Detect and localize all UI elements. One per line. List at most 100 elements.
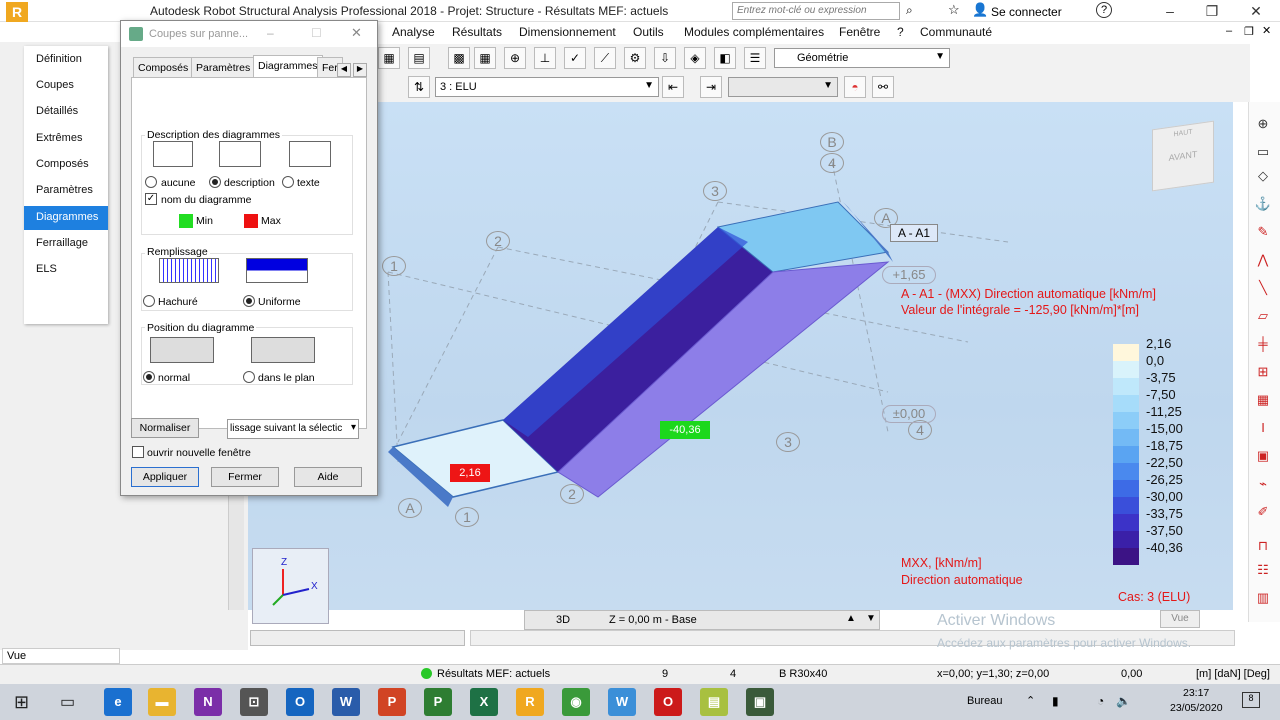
network-icon[interactable]: ◔ bbox=[1097, 694, 1104, 708]
notes-app-icon[interactable]: ▤ bbox=[700, 688, 728, 716]
view-combo[interactable]: Géométrie ▼ bbox=[774, 48, 950, 68]
case-combo[interactable]: 3 : ELU ▼ bbox=[435, 77, 659, 97]
foot-tool-icon[interactable]: ⊓ bbox=[1252, 538, 1274, 558]
taskbar-location[interactable]: Bureau bbox=[967, 695, 1002, 707]
windows-start-icon[interactable]: ⊞ bbox=[14, 692, 29, 713]
notification-icon[interactable]: 8 bbox=[1242, 692, 1260, 708]
link-icon[interactable]: ⚯ bbox=[872, 76, 894, 98]
tab-diagrammes[interactable]: Diagrammes bbox=[253, 55, 323, 77]
menu-help[interactable]: ? bbox=[897, 25, 904, 39]
mdi-minimize-icon[interactable]: – bbox=[1226, 25, 1232, 37]
hat-icon[interactable]: ◓ bbox=[844, 76, 866, 98]
binoculars-icon[interactable]: ⌕ bbox=[906, 3, 913, 18]
side-menu-detailles[interactable]: Détaillés bbox=[24, 100, 108, 124]
view-level[interactable]: Z = 0,00 m - Base bbox=[609, 614, 697, 626]
radio-normal[interactable] bbox=[143, 371, 155, 383]
mdi-restore-icon[interactable]: ❐ bbox=[1244, 25, 1254, 38]
case-next-icon[interactable]: ⇥ bbox=[700, 76, 722, 98]
menu-resultats[interactable]: Résultats bbox=[452, 25, 502, 39]
robot-app-icon[interactable]: R bbox=[516, 688, 544, 716]
radio-texte[interactable] bbox=[282, 176, 294, 188]
new-window-checkbox[interactable] bbox=[132, 446, 144, 458]
chrome-app-icon[interactable]: ◉ bbox=[562, 688, 590, 716]
radio-hachure[interactable] bbox=[143, 295, 155, 307]
filter-icon[interactable]: ⇅ bbox=[408, 76, 430, 98]
tab-scroll-right-icon[interactable]: ▶ bbox=[353, 63, 367, 77]
load-tool-icon[interactable]: ⋀ bbox=[1252, 252, 1274, 272]
help-button[interactable]: ? bbox=[1096, 2, 1112, 18]
menu-dimensionnement[interactable]: Dimensionnement bbox=[519, 25, 616, 39]
side-menu-els[interactable]: ELS bbox=[24, 258, 108, 282]
max-color-swatch[interactable] bbox=[244, 214, 258, 228]
writer-app-icon[interactable]: W bbox=[608, 688, 636, 716]
normalize-button[interactable]: Normaliser bbox=[131, 418, 199, 438]
mesh-icon[interactable]: ▦ bbox=[474, 47, 496, 69]
radio-aucune[interactable] bbox=[145, 176, 157, 188]
support-icon[interactable]: ⊥ bbox=[534, 47, 556, 69]
column-tool-icon[interactable]: ⊞ bbox=[1252, 364, 1274, 384]
beam-tool-icon[interactable]: ╪ bbox=[1252, 336, 1274, 356]
star-icon[interactable]: ☆ bbox=[948, 2, 960, 18]
section-icon[interactable]: ◈ bbox=[684, 47, 706, 69]
radio-uniforme[interactable] bbox=[243, 295, 255, 307]
layout-list-icon[interactable]: ☰ bbox=[744, 47, 766, 69]
radio-dans-le-plan[interactable] bbox=[243, 371, 255, 383]
taskbar-time[interactable]: 23:17 bbox=[1183, 687, 1209, 699]
tab-scroll-left-icon[interactable]: ◀ bbox=[337, 63, 351, 77]
user-icon[interactable]: 👤 bbox=[972, 2, 988, 18]
minimize-icon[interactable]: – bbox=[1150, 0, 1190, 22]
help-dialog-button[interactable]: Aide bbox=[294, 467, 362, 487]
node-tool-icon[interactable]: ⊕ bbox=[1252, 116, 1274, 136]
slab-tool-icon[interactable]: ▦ bbox=[1252, 392, 1274, 412]
case-prev-icon[interactable]: ⇤ bbox=[662, 76, 684, 98]
menu-outils[interactable]: Outils bbox=[633, 25, 664, 39]
word-app-icon[interactable]: W bbox=[332, 688, 360, 716]
grid-icon[interactable]: ▩ bbox=[448, 47, 470, 69]
view-mode[interactable]: 3D bbox=[556, 614, 570, 626]
menu-fenetre[interactable]: Fenêtre bbox=[839, 25, 880, 39]
side-menu-diagrammes[interactable]: Diagrammes bbox=[24, 206, 108, 230]
task-view-icon[interactable]: ▭ bbox=[60, 692, 75, 712]
menu-communaute[interactable]: Communauté bbox=[920, 25, 992, 39]
side-menu-parametres[interactable]: Paramètres bbox=[24, 179, 108, 203]
search-input[interactable]: Entrez mot-clé ou expression bbox=[732, 2, 900, 20]
taskbar-date[interactable]: 23/05/2020 bbox=[1170, 702, 1223, 714]
restore-icon[interactable]: ❐ bbox=[1192, 0, 1232, 22]
wall-tool-icon[interactable]: Ι bbox=[1252, 420, 1274, 440]
cable-tool-icon[interactable]: ⌁ bbox=[1252, 476, 1274, 496]
section-tool-icon[interactable]: ▱ bbox=[1252, 308, 1274, 328]
menu-analyse[interactable]: Analyse bbox=[392, 25, 435, 39]
tray-chevron-icon[interactable]: ⌃ bbox=[1026, 694, 1035, 707]
panel-tool-icon[interactable]: ◇ bbox=[1252, 168, 1274, 188]
mdi-close-icon[interactable]: ✕ bbox=[1262, 24, 1271, 37]
bar-tool-icon[interactable]: ▭ bbox=[1252, 144, 1274, 164]
node-icon[interactable]: ✓ bbox=[564, 47, 586, 69]
tab-composes[interactable]: Composés bbox=[133, 57, 194, 77]
excel-app-icon[interactable]: X bbox=[470, 688, 498, 716]
dialog-maximize-icon[interactable]: ☐ bbox=[311, 26, 322, 40]
tab-parametres[interactable]: Paramètres bbox=[191, 57, 256, 77]
side-menu-extremes[interactable]: Extrêmes bbox=[24, 127, 108, 151]
side-menu-definition[interactable]: Définition bbox=[24, 48, 108, 72]
explorer-app-icon[interactable]: ▬ bbox=[148, 688, 176, 716]
dialog-minimize-icon[interactable]: – bbox=[267, 26, 274, 40]
load-icon[interactable]: ⇩ bbox=[654, 47, 676, 69]
smoothing-select[interactable]: lissage suivant la sélectic ▾ bbox=[227, 419, 359, 439]
mesh-tool-icon[interactable]: ▣ bbox=[1252, 448, 1274, 468]
support-tool-icon[interactable]: ⚓ bbox=[1252, 196, 1274, 216]
opera-app-icon[interactable]: O bbox=[654, 688, 682, 716]
edge-app-icon[interactable]: e bbox=[104, 688, 132, 716]
apply-button[interactable]: Appliquer bbox=[131, 467, 199, 487]
side-menu-composes[interactable]: Composés bbox=[24, 153, 108, 177]
powerpoint-app-icon[interactable]: P bbox=[378, 688, 406, 716]
camtasia-app-icon[interactable]: ▣ bbox=[746, 688, 774, 716]
release-icon[interactable]: ⚙ bbox=[624, 47, 646, 69]
diagram-name-checkbox[interactable]: ✓ bbox=[145, 193, 157, 205]
radio-description[interactable] bbox=[209, 176, 221, 188]
release-tool-icon[interactable]: ✎ bbox=[1252, 224, 1274, 244]
menu-modules[interactable]: Modules complémentaires bbox=[684, 25, 824, 39]
app-logo-icon[interactable]: R bbox=[6, 2, 28, 22]
bar-icon[interactable]: ⟋ bbox=[594, 47, 616, 69]
status-units[interactable]: [m] [daN] [Deg] bbox=[1196, 668, 1270, 680]
level-up-icon[interactable]: ▲ bbox=[846, 613, 856, 624]
